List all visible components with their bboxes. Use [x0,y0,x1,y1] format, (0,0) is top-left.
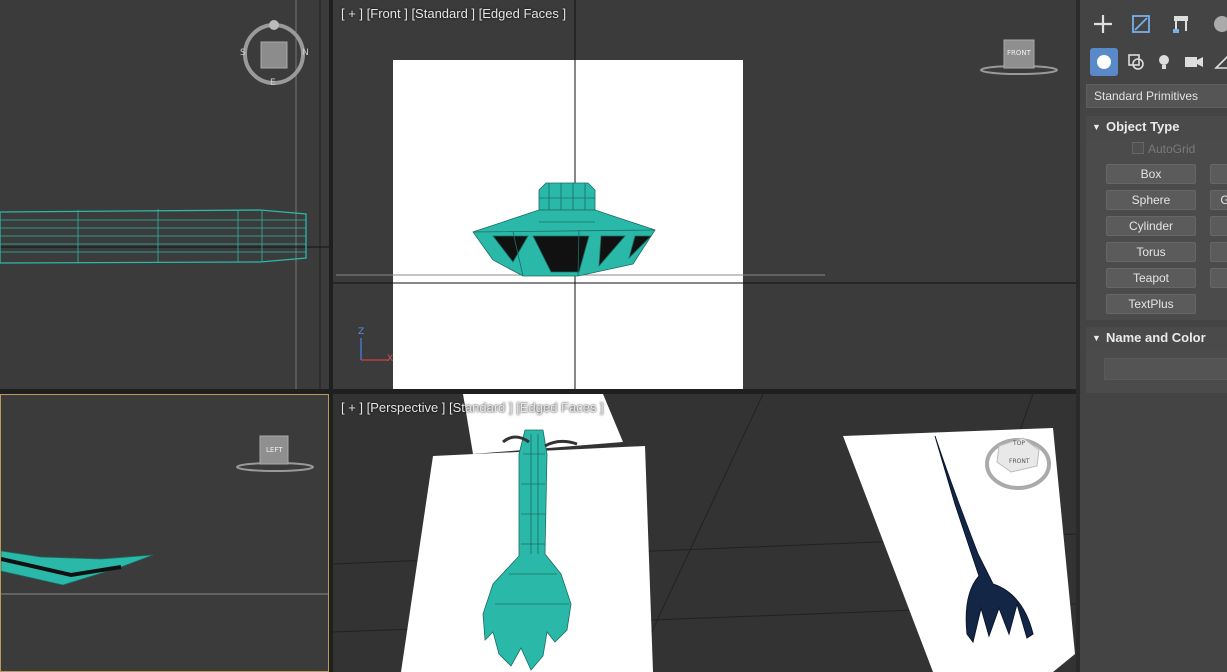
front-viewport-label[interactable]: [ + ] [Front ] [Standard ] [Edged Faces … [341,6,566,21]
front-view-canvas [333,0,1076,389]
front-viewcube[interactable]: FRONT [979,38,1059,78]
viewcube-front-label: FRONT [1009,458,1030,465]
box-button[interactable]: Box [1106,164,1196,184]
viewcube-top-label: TOP [1013,440,1026,447]
hierarchy-icon[interactable] [1166,8,1196,40]
autogrid-checkbox-box[interactable] [1132,142,1144,154]
object-name-field[interactable] [1104,358,1227,380]
lights-icon[interactable] [1150,48,1178,76]
compass-e: E [270,78,276,88]
primitive-category-dropdown[interactable]: Standard Primitives [1086,84,1227,108]
front-viewcube-label: FRONT [1007,49,1031,57]
viewport-front[interactable]: Z X [ + ] [Front ] [Standard ] [Edged Fa… [333,0,1076,389]
name-and-color-rollout-header[interactable]: ▼ Name and Color [1086,327,1227,349]
autogrid-label: AutoGrid [1148,142,1196,156]
cylinder-button[interactable]: Cylinder [1106,216,1196,236]
object-type-rollout-header[interactable]: ▼ Object Type [1086,116,1227,138]
command-panel: Standard Primitives ▼ Object Type AutoGri… [1076,0,1227,672]
viewport-perspective[interactable]: [ + ] [Perspective ] [Standard ] [Edged … [333,394,1076,672]
top-mesh-wireframe [0,209,307,264]
axis-tripod [360,338,388,361]
axis-z-label: Z [358,327,365,337]
perspective-view-canvas [333,394,1076,672]
col2-button-1[interactable] [1210,164,1227,184]
sphere-button[interactable]: Sphere [1106,190,1196,210]
geosphere-button[interactable]: G [1210,190,1227,210]
autogrid-checkbox[interactable]: AutoGrid [1132,142,1195,156]
object-type-title: Object Type [1106,119,1180,134]
motion-icon[interactable] [1204,8,1227,40]
create-categories [1084,48,1227,80]
col2-button-4[interactable] [1210,242,1227,262]
geometry-icon[interactable] [1090,48,1118,76]
name-and-color-title: Name and Color [1106,330,1206,345]
perspective-viewport-label[interactable]: [ + ] [Perspective ] [Standard ] [Edged … [341,400,604,415]
torus-button[interactable]: Torus [1106,242,1196,262]
compass-n: N [302,48,309,58]
left-mesh [1,550,154,586]
viewport-left[interactable]: LEFT [0,394,329,672]
col2-button-5[interactable] [1210,268,1227,288]
cameras-icon[interactable] [1180,48,1208,76]
create-icon[interactable] [1088,8,1118,40]
left-viewcube[interactable]: LEFT [235,433,315,473]
left-viewcube-label: LEFT [266,446,283,454]
perspective-viewcube[interactable]: TOP FRONT [983,430,1053,492]
col2-button-3[interactable] [1210,216,1227,236]
shapes-icon[interactable] [1122,48,1150,76]
axis-x-label: X [387,354,394,364]
textplus-button[interactable]: TextPlus [1106,294,1196,314]
viewport-divider-horizontal[interactable] [0,389,1076,394]
helpers-icon[interactable] [1208,48,1227,76]
viewport-divider-vertical[interactable] [329,0,333,672]
compass-viewcube[interactable]: S N E [240,20,309,88]
collapse-triangle-icon: ▼ [1092,122,1101,132]
command-panel-tabs [1086,8,1227,48]
teapot-button[interactable]: Teapot [1106,268,1196,288]
compass-s: S [240,48,246,58]
collapse-triangle-icon: ▼ [1092,333,1101,343]
viewport-top[interactable]: S N E [0,0,329,389]
modify-icon[interactable] [1126,8,1156,40]
